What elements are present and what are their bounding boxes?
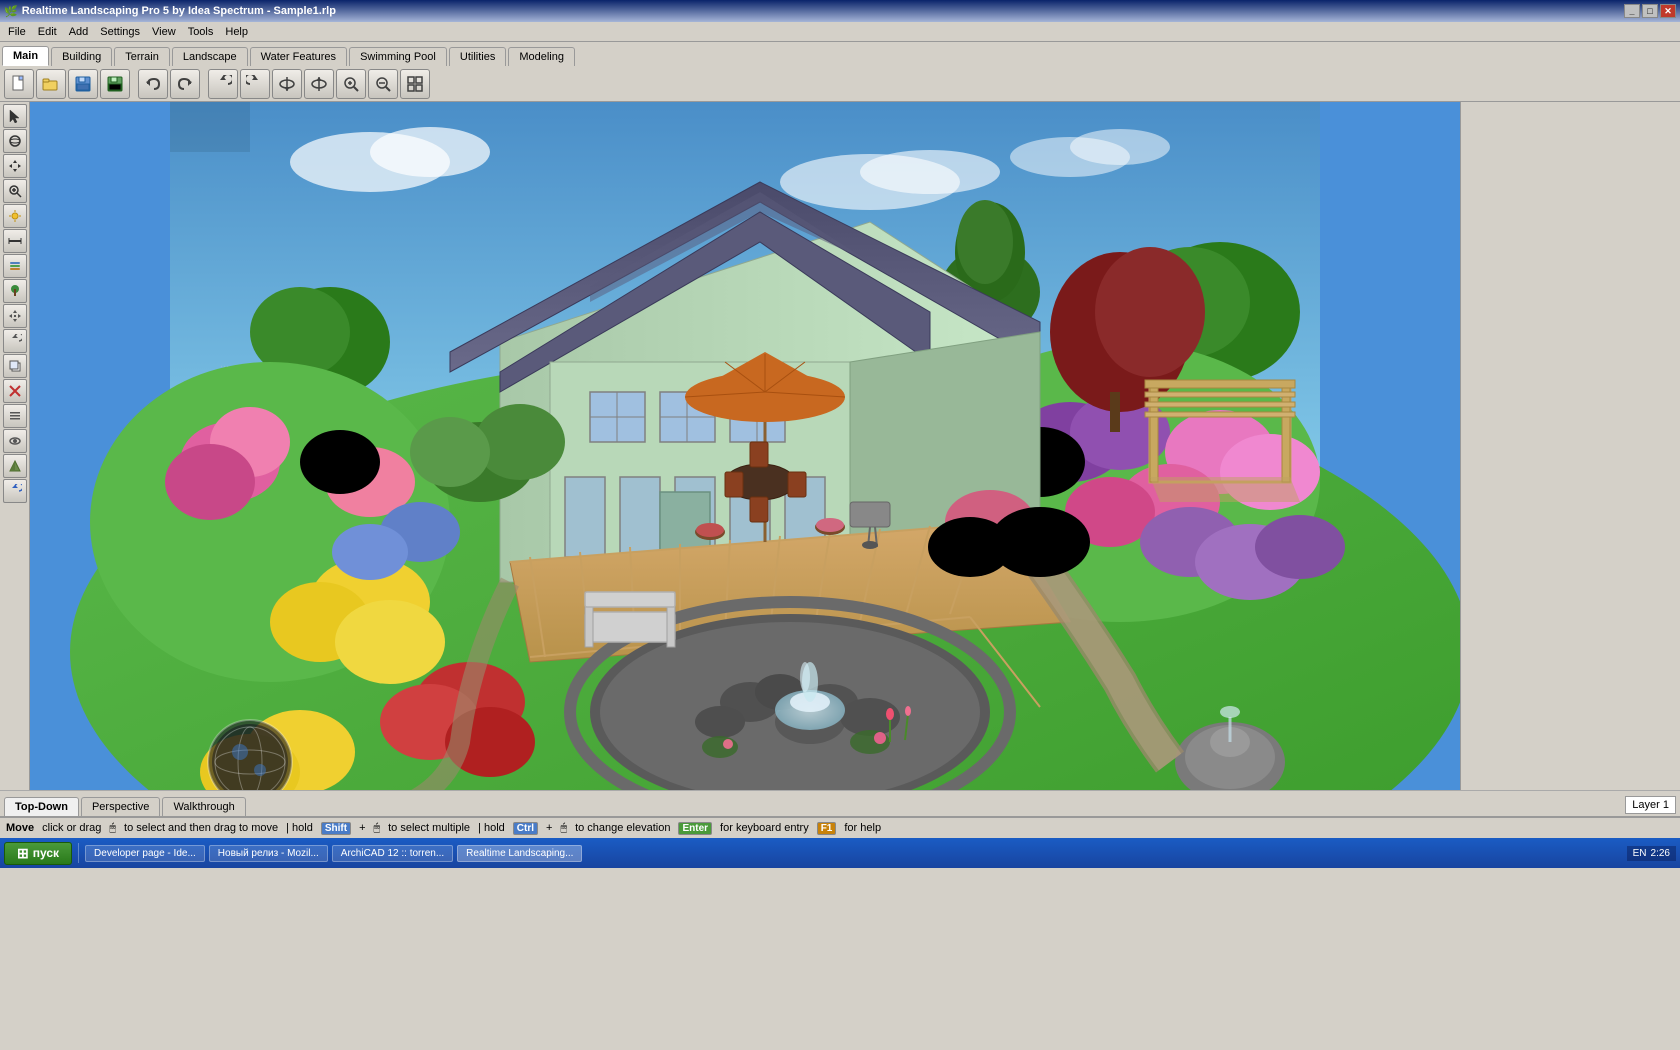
toolbar — [0, 66, 1680, 102]
enter-key-badge: Enter — [678, 822, 712, 835]
refresh-tool[interactable] — [3, 479, 27, 503]
menu-file[interactable]: File — [2, 24, 32, 40]
status-select-hint: to select and then drag to move — [124, 822, 278, 834]
tab-bar: Main Building Terrain Landscape Water Fe… — [0, 42, 1680, 66]
taskbar-item-3[interactable]: Realtime Landscaping... — [457, 845, 582, 862]
menu-help[interactable]: Help — [219, 24, 254, 40]
tab-landscape[interactable]: Landscape — [172, 47, 248, 66]
right-panel — [1460, 102, 1680, 790]
tab-water-features[interactable]: Water Features — [250, 47, 347, 66]
titlebar-controls: _ □ ✕ — [1624, 4, 1676, 18]
measure-tool[interactable] — [3, 229, 27, 253]
menubar: File Edit Add Settings View Tools Help — [0, 22, 1680, 42]
view-tab-perspective[interactable]: Perspective — [81, 797, 160, 816]
redo-button[interactable] — [170, 69, 200, 99]
tilt-up-button[interactable] — [304, 69, 334, 99]
rotate-obj-tool[interactable] — [3, 329, 27, 353]
layers-tool[interactable] — [3, 254, 27, 278]
menu-add[interactable]: Add — [63, 24, 95, 40]
menu-edit[interactable]: Edit — [32, 24, 63, 40]
clock: 2:26 — [1651, 848, 1670, 859]
taskbar-item-2[interactable]: ArchiCAD 12 :: torren... — [332, 845, 453, 862]
app-icon: 🌿 — [4, 5, 18, 18]
tab-main[interactable]: Main — [2, 46, 49, 66]
zoom-out-button[interactable] — [368, 69, 398, 99]
main-layout: Orbit Height ... — [0, 102, 1680, 790]
copy-tool[interactable] — [3, 354, 27, 378]
shift-key-badge: Shift — [321, 822, 351, 835]
menu-view[interactable]: View — [146, 24, 182, 40]
save-button[interactable] — [68, 69, 98, 99]
status-hint2: to select multiple — [388, 822, 470, 834]
plant-tool[interactable] — [3, 279, 27, 303]
close-button[interactable]: ✕ — [1660, 4, 1676, 18]
undo-button[interactable] — [138, 69, 168, 99]
menu-settings[interactable]: Settings — [94, 24, 146, 40]
delete-tool[interactable] — [3, 379, 27, 403]
taskbar-right: EN 2:26 — [1627, 846, 1676, 861]
status-hint4: for keyboard entry — [720, 822, 809, 834]
titlebar-left: 🌿 Realtime Landscaping Pro 5 by Idea Spe… — [4, 5, 336, 18]
scene-svg: Orbit Height ... — [30, 102, 1460, 790]
start-button[interactable]: ⊞ пуск — [4, 842, 72, 865]
tab-modeling[interactable]: Modeling — [508, 47, 575, 66]
new-button[interactable] — [4, 69, 34, 99]
status-hint5: for help — [844, 822, 881, 834]
tab-utilities[interactable]: Utilities — [449, 47, 506, 66]
rotate-ccw-button[interactable] — [208, 69, 238, 99]
status-plus2: + — [546, 822, 552, 834]
taskbar-item-0[interactable]: Developer page - Ide... — [85, 845, 205, 862]
status-hold: | hold — [286, 822, 313, 834]
svg-text:...: ... — [220, 358, 229, 370]
tab-terrain[interactable]: Terrain — [114, 47, 170, 66]
zoom-fit-button[interactable] — [400, 69, 430, 99]
orbit-tool[interactable] — [3, 129, 27, 153]
view-tabs-left: Top-Down Perspective Walkthrough — [4, 797, 246, 816]
save-as-button[interactable] — [100, 69, 130, 99]
cursor-icon: 🖱 — [109, 822, 116, 835]
pan-tool[interactable] — [3, 154, 27, 178]
titlebar: 🌿 Realtime Landscaping Pro 5 by Idea Spe… — [0, 0, 1680, 22]
status-action: Move — [6, 822, 34, 834]
start-label: пуск — [33, 846, 59, 860]
status-plus1: + — [359, 822, 365, 834]
titlebar-title: Realtime Landscaping Pro 5 by Idea Spect… — [22, 5, 336, 17]
status-hint3: to change elevation — [575, 822, 670, 834]
ctrl-key-badge: Ctrl — [513, 822, 538, 835]
menu-tools[interactable]: Tools — [182, 24, 220, 40]
taskbar: ⊞ пуск Developer page - Ide... Новый рел… — [0, 838, 1680, 868]
zoom-in-button[interactable] — [336, 69, 366, 99]
zoom-tool[interactable] — [3, 179, 27, 203]
tab-swimming-pool[interactable]: Swimming Pool — [349, 47, 447, 66]
cursor-icon3: 🖱 — [560, 822, 567, 835]
open-button[interactable] — [36, 69, 66, 99]
maximize-button[interactable]: □ — [1642, 4, 1658, 18]
taskbar-item-1[interactable]: Новый релиз - Mozil... — [209, 845, 328, 862]
move-tool[interactable] — [3, 304, 27, 328]
select-tool[interactable] — [3, 104, 27, 128]
viewport[interactable]: Orbit Height ... — [30, 102, 1460, 790]
left-toolbar — [0, 102, 30, 790]
rotate-cw-button[interactable] — [240, 69, 270, 99]
lang-indicator: EN — [1633, 848, 1647, 859]
status-hint1: click or drag — [42, 822, 101, 834]
terrain-tool[interactable] — [3, 454, 27, 478]
tab-building[interactable]: Building — [51, 47, 112, 66]
properties-tool[interactable] — [3, 404, 27, 428]
minimize-button[interactable]: _ — [1624, 4, 1640, 18]
view-tabs-bar: Top-Down Perspective Walkthrough Layer 1 — [0, 790, 1680, 816]
windows-icon: ⊞ — [17, 845, 29, 862]
view-tab-walkthrough[interactable]: Walkthrough — [162, 797, 245, 816]
status-hold2: | hold — [478, 822, 505, 834]
f1-key-badge: F1 — [817, 822, 837, 835]
sun-tool[interactable] — [3, 204, 27, 228]
visibility-tool[interactable] — [3, 429, 27, 453]
cursor-icon2: 🖱 — [374, 822, 381, 835]
tilt-down-button[interactable] — [272, 69, 302, 99]
view-tab-topdown[interactable]: Top-Down — [4, 797, 79, 816]
sys-tray: EN 2:26 — [1627, 846, 1676, 861]
statusbar: Move click or drag 🖱 to select and then … — [0, 816, 1680, 838]
layer-indicator: Layer 1 — [1625, 796, 1676, 814]
